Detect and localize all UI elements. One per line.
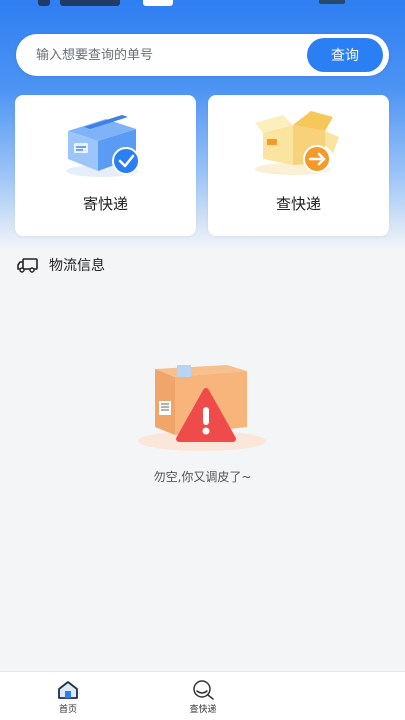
logistics-title: 物流信息 [49, 258, 105, 274]
status-badge [143, 0, 173, 6]
truck-icon [17, 258, 38, 273]
search-input[interactable] [36, 47, 296, 63]
send-express-card[interactable]: 寄快递 [15, 95, 196, 236]
battery-icon [319, 0, 345, 4]
search-bar: 查询 [16, 34, 389, 76]
empty-state-text: 勿空,你又调皮了~ [153, 470, 252, 484]
tab-home[interactable]: 首页 [38, 677, 98, 719]
status-bar [0, 0, 405, 14]
tab-query-label: 查快递 [189, 705, 217, 715]
track-express-label: 查快递 [275, 195, 321, 213]
status-icon [38, 0, 50, 6]
tab-query[interactable]: 查快递 [173, 677, 233, 719]
send-express-label: 寄快递 [82, 195, 128, 213]
status-icons [60, 0, 120, 6]
logistics-section-header: 物流信息 [17, 255, 105, 275]
track-package-icon [255, 111, 339, 175]
search-button[interactable]: 查询 [307, 38, 383, 72]
search-icon [193, 680, 214, 700]
tab-home-label: 首页 [58, 705, 77, 715]
track-express-card[interactable]: 查快递 [208, 95, 389, 236]
send-package-icon [66, 115, 140, 177]
home-icon [58, 681, 78, 699]
bottom-tab-bar: 首页 查快递 [0, 671, 405, 720]
empty-box-warning-icon [138, 365, 266, 451]
